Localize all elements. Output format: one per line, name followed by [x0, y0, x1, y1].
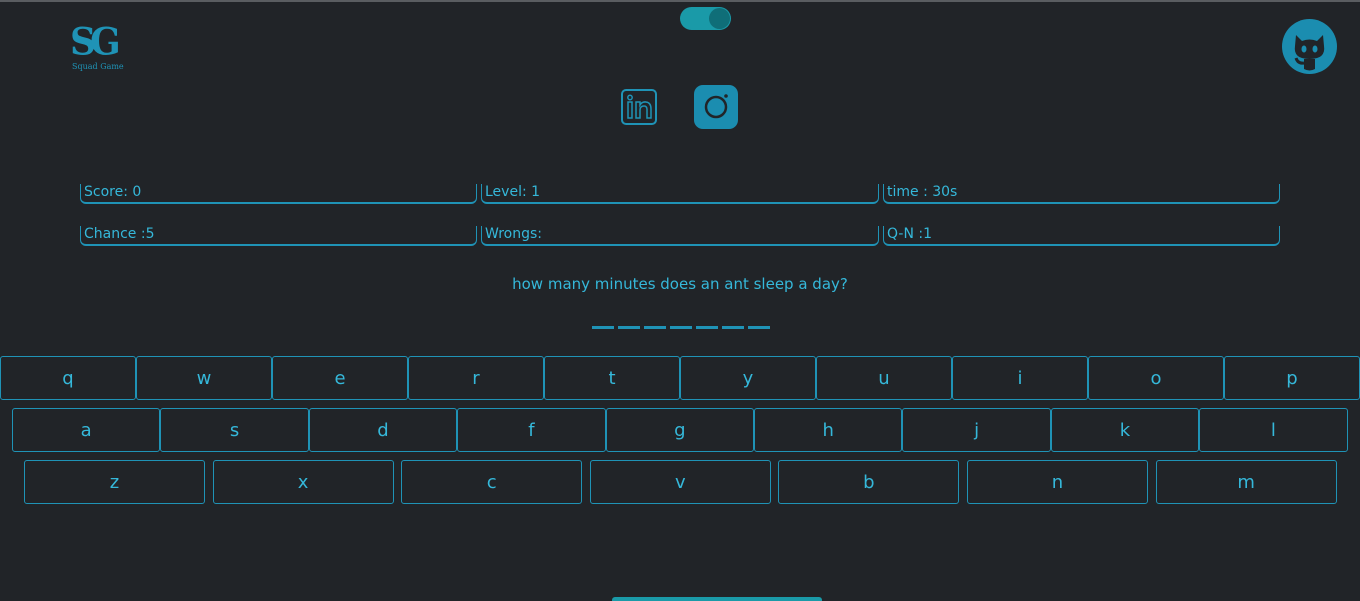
- key-v[interactable]: v: [589, 460, 771, 504]
- key-k[interactable]: k: [1050, 408, 1200, 452]
- github-icon[interactable]: [1282, 19, 1337, 74]
- answer-blank: [670, 326, 692, 329]
- answer-blank: [644, 326, 666, 329]
- answer-blank: [696, 326, 718, 329]
- key-j[interactable]: j: [902, 408, 1051, 452]
- instagram-icon[interactable]: [694, 85, 738, 129]
- answer-blank: [592, 326, 614, 329]
- logo-mark: SG: [70, 19, 121, 65]
- answer-blank: [618, 326, 640, 329]
- key-p[interactable]: p: [1224, 356, 1360, 400]
- wrongs-stat: Wrongs:: [481, 226, 879, 246]
- key-w[interactable]: w: [136, 356, 272, 400]
- bottom-button-edge[interactable]: [612, 597, 822, 601]
- key-a[interactable]: a: [12, 408, 161, 452]
- answer-blank: [748, 326, 770, 329]
- key-h[interactable]: h: [754, 408, 903, 452]
- question-text: how many minutes does an ant sleep a day…: [512, 275, 848, 293]
- squad-game-logo[interactable]: SG Squad Game: [70, 19, 130, 72]
- answer-blank: [722, 326, 744, 329]
- key-e[interactable]: e: [272, 356, 408, 400]
- key-n[interactable]: n: [967, 460, 1148, 504]
- key-q[interactable]: q: [0, 356, 136, 400]
- score-stat: Score: 0: [80, 184, 477, 204]
- chance-stat: Chance :5: [80, 226, 477, 246]
- toggle-knob: [709, 8, 730, 29]
- key-z[interactable]: z: [24, 460, 205, 504]
- key-g[interactable]: g: [605, 408, 754, 452]
- key-c[interactable]: c: [401, 460, 583, 504]
- key-d[interactable]: d: [308, 408, 458, 452]
- key-o[interactable]: o: [1088, 356, 1224, 400]
- key-m[interactable]: m: [1155, 460, 1337, 504]
- level-stat: Level: 1: [481, 184, 879, 204]
- top-border: [0, 0, 1360, 2]
- key-t[interactable]: t: [544, 356, 680, 400]
- key-f[interactable]: f: [457, 408, 606, 452]
- question-number-stat: Q-N :1: [883, 226, 1280, 246]
- key-b[interactable]: b: [778, 460, 960, 504]
- key-r[interactable]: r: [408, 356, 544, 400]
- theme-toggle[interactable]: [680, 7, 731, 30]
- key-l[interactable]: l: [1199, 408, 1348, 452]
- logo-subtitle: Squad Game: [72, 62, 124, 71]
- key-x[interactable]: x: [212, 460, 394, 504]
- key-s[interactable]: s: [160, 408, 309, 452]
- linkedin-icon[interactable]: [620, 88, 658, 126]
- answer-blanks: [592, 326, 770, 329]
- time-stat: time : 30s: [883, 184, 1280, 204]
- key-y[interactable]: y: [680, 356, 816, 400]
- key-i[interactable]: i: [952, 356, 1088, 400]
- key-u[interactable]: u: [816, 356, 952, 400]
